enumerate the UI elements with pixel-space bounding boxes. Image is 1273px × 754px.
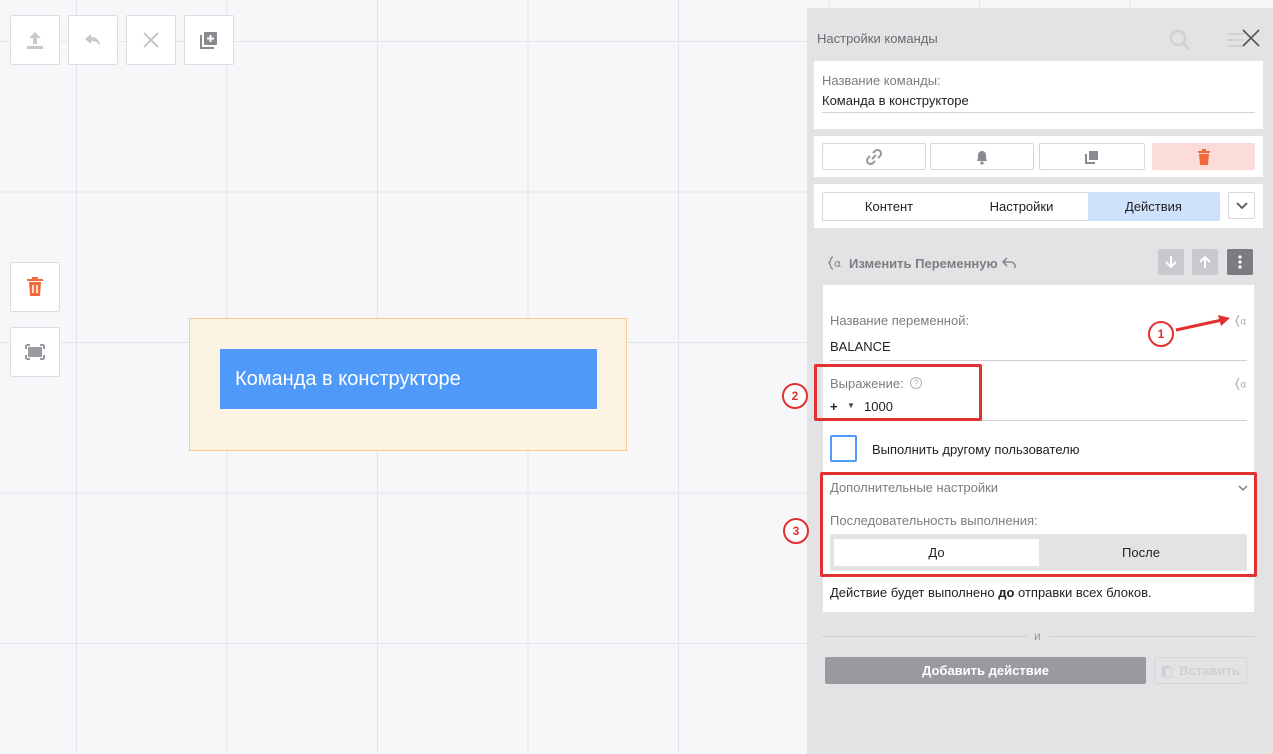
chevron-down-icon [1235,201,1248,209]
annotation-badge-2: 2 [782,383,808,409]
svg-text:α: α [1240,380,1246,391]
delete-command-button[interactable] [1152,143,1255,170]
trash-icon [1197,148,1210,165]
other-user-checkbox[interactable] [830,435,857,462]
notification-button[interactable] [930,143,1034,170]
close-panel-icon[interactable] [1242,29,1260,47]
close-icon [143,32,159,48]
variable-insert-icon[interactable]: α [1235,377,1249,391]
paste-label: Вставить [1179,663,1240,678]
return-icon [1002,257,1016,268]
info-prefix: Действие будет выполнено [830,585,999,600]
sequence-info-text: Действие будет выполнено до отправки все… [830,585,1152,600]
move-down-button[interactable] [1158,249,1184,275]
trash-icon [27,277,43,296]
command-name-field[interactable]: Команда в конструкторе [822,93,969,108]
variable-icon: α [828,256,841,270]
frame-icon [25,344,45,360]
svg-text:α: α [1240,317,1246,328]
annotation-badge-1: 1 [1148,321,1174,347]
undo-icon [85,34,100,46]
and-separator: и [1034,629,1041,643]
paste-icon [1162,665,1173,677]
frame-button[interactable] [10,327,60,377]
variable-name-label: Название переменной: [830,313,970,328]
bell-icon [977,150,987,165]
upload-button[interactable] [10,15,60,65]
info-suffix: отправки всех блоков. [1014,585,1152,600]
field-underline [830,360,1247,361]
link-button[interactable] [822,143,926,170]
add-action-button[interactable]: Добавить действие [825,657,1146,684]
tabs-dropdown-button[interactable] [1228,192,1255,219]
add-copy-icon [200,32,217,49]
tab-settings[interactable]: Настройки [955,192,1088,221]
action-header-title: Изменить Переменную [849,256,998,271]
tab-content[interactable]: Контент [823,192,955,221]
command-block-button[interactable]: Команда в конструкторе [220,349,597,409]
delete-block-button[interactable] [10,262,60,312]
svg-text:α: α [834,257,841,270]
close-button[interactable] [126,15,176,65]
info-bold: до [998,585,1015,600]
divider-right [1049,636,1255,637]
command-name-label: Название команды: [822,73,941,88]
add-copy-button[interactable] [184,15,234,65]
field-underline [822,112,1255,113]
undo-button[interactable] [68,15,118,65]
tab-actions[interactable]: Действия [1088,192,1219,221]
annotation-badge-3: 3 [783,518,809,544]
search-icon [1169,29,1191,51]
annotation-box-2 [814,364,982,421]
panel-title: Настройки команды [817,31,938,46]
arrow-up-icon [1199,255,1211,268]
other-user-label: Выполнить другому пользователю [872,442,1080,457]
command-name-card: Название команды: Команда в конструкторе [814,61,1263,129]
move-up-button[interactable] [1192,249,1218,275]
copy-icon [1085,150,1098,164]
paste-button[interactable]: Вставить [1154,657,1247,684]
duplicate-button[interactable] [1039,143,1145,170]
variable-name-field[interactable]: BALANCE [830,339,891,354]
more-options-button[interactable] [1227,249,1253,275]
link-icon [866,148,882,165]
annotation-arrow [1175,315,1230,332]
more-vertical-icon [1238,255,1242,269]
variable-insert-icon[interactable]: α [1235,314,1249,328]
arrow-down-icon [1165,256,1177,269]
annotation-box-3 [820,472,1257,577]
divider-left [822,636,1028,637]
upload-icon [27,32,43,49]
